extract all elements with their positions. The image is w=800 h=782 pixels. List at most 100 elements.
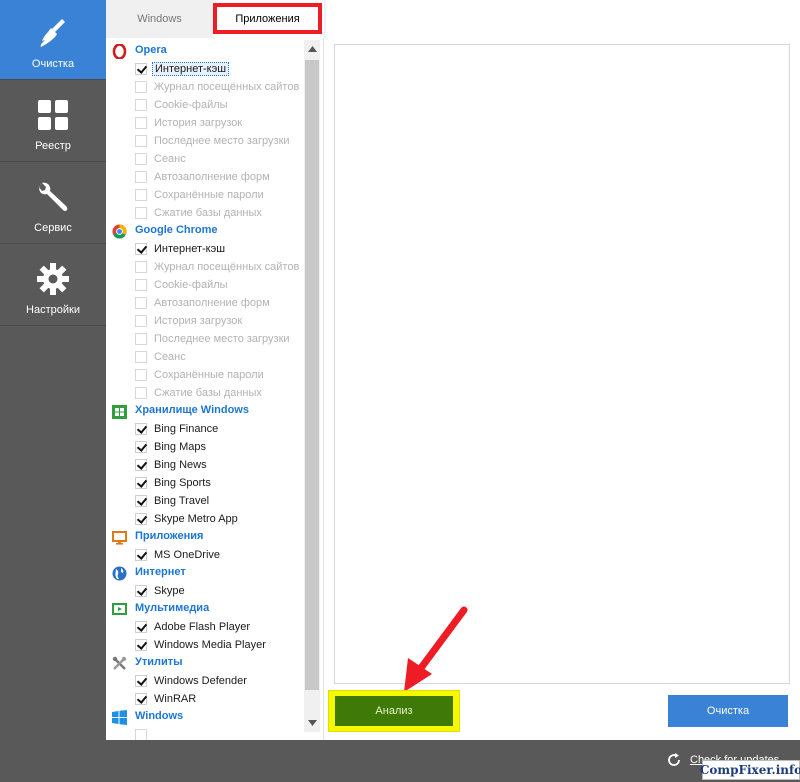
sidebar-item-cleaning[interactable]: Очистка bbox=[0, 0, 106, 80]
item-checkbox[interactable] bbox=[135, 261, 147, 273]
item-label: Журнал посещённых сайтов bbox=[154, 81, 300, 93]
item-checkbox[interactable] bbox=[135, 621, 147, 633]
scroll-down-button[interactable] bbox=[304, 714, 320, 732]
item-checkbox[interactable] bbox=[135, 585, 147, 597]
watermark-logo: CompFixer.info bbox=[700, 760, 800, 780]
red-arrow-annotation-icon bbox=[404, 606, 468, 692]
item-checkbox[interactable] bbox=[135, 495, 147, 507]
item-checkbox[interactable] bbox=[135, 135, 147, 147]
item-label: Сеанс bbox=[154, 153, 186, 165]
item-label: История загрузок bbox=[154, 315, 243, 327]
list-item[interactable]: Cookie-файлы bbox=[106, 96, 306, 114]
item-checkbox[interactable] bbox=[135, 639, 147, 651]
list-item[interactable]: Skype Metro App bbox=[106, 510, 306, 528]
list-item[interactable]: MS OneDrive bbox=[106, 546, 306, 564]
item-label: Журнал посещённых сайтов bbox=[154, 261, 300, 273]
list-item[interactable]: Bing News bbox=[106, 456, 306, 474]
item-label: WinRAR bbox=[154, 693, 197, 705]
item-label: История загрузок bbox=[154, 117, 243, 129]
item-checkbox[interactable] bbox=[135, 351, 147, 363]
list-item[interactable]: Adobe Flash Player bbox=[106, 618, 306, 636]
item-checkbox[interactable] bbox=[135, 549, 147, 561]
item-checkbox[interactable] bbox=[135, 729, 147, 740]
tab-windows[interactable]: Windows bbox=[106, 0, 213, 38]
item-checkbox[interactable] bbox=[135, 243, 147, 255]
item-checkbox[interactable] bbox=[135, 369, 147, 381]
item-checkbox[interactable] bbox=[135, 477, 147, 489]
item-checkbox[interactable] bbox=[135, 117, 147, 129]
list-item[interactable]: Windows Media Player bbox=[106, 636, 306, 654]
item-checkbox[interactable] bbox=[135, 279, 147, 291]
list-item[interactable]: Сеанс bbox=[106, 348, 306, 366]
list-scrollbar[interactable] bbox=[304, 40, 320, 732]
item-checkbox[interactable] bbox=[135, 513, 147, 525]
group-header-3[interactable]: Приложения bbox=[106, 528, 306, 546]
item-label: Windows Defender bbox=[154, 675, 247, 687]
clean-button[interactable]: Очистка bbox=[668, 695, 788, 727]
list-item[interactable]: Bing Sports bbox=[106, 474, 306, 492]
sidebar-item-settings[interactable]: Настройки bbox=[0, 246, 106, 326]
group-title: Opera bbox=[135, 44, 167, 56]
item-checkbox[interactable] bbox=[135, 81, 147, 93]
list-item[interactable]: Bing Maps bbox=[106, 438, 306, 456]
list-item[interactable]: Bing Finance bbox=[106, 420, 306, 438]
list-item[interactable]: Сохранённые пароли bbox=[106, 186, 306, 204]
sidebar-item-registry[interactable]: Реестр bbox=[0, 82, 106, 162]
list-item[interactable]: Bing Travel bbox=[106, 492, 306, 510]
group-title: Хранилище Windows bbox=[135, 404, 249, 416]
list-item[interactable]: Skype bbox=[106, 582, 306, 600]
item-checkbox[interactable] bbox=[135, 423, 147, 435]
list-item[interactable]: Сжатие базы данных bbox=[106, 204, 306, 222]
group-header-4[interactable]: Интернет bbox=[106, 564, 306, 582]
list-item[interactable]: Cookie-файлы bbox=[106, 276, 306, 294]
list-item[interactable]: Сохранённые пароли bbox=[106, 366, 306, 384]
list-item[interactable]: Сжатие базы данных bbox=[106, 384, 306, 402]
group-header-2[interactable]: Хранилище Windows bbox=[106, 402, 306, 420]
group-header-0[interactable]: Opera bbox=[106, 42, 306, 60]
sidebar-item-service[interactable]: Сервис bbox=[0, 164, 106, 244]
item-checkbox[interactable] bbox=[135, 459, 147, 471]
item-checkbox[interactable] bbox=[135, 99, 147, 111]
chrome-icon bbox=[112, 224, 127, 239]
item-checkbox[interactable] bbox=[135, 63, 147, 75]
item-checkbox[interactable] bbox=[135, 153, 147, 165]
item-checkbox[interactable] bbox=[135, 297, 147, 309]
scroll-thumb[interactable] bbox=[305, 60, 319, 690]
list-item[interactable]: Последнее место загрузки bbox=[106, 132, 306, 150]
list-item[interactable]: Журнал посещённых сайтов bbox=[106, 78, 306, 96]
scroll-up-button[interactable] bbox=[304, 40, 320, 58]
item-checkbox[interactable] bbox=[135, 207, 147, 219]
item-checkbox[interactable] bbox=[135, 693, 147, 705]
list-item[interactable]: Windows Defender bbox=[106, 672, 306, 690]
list-item[interactable]: Сеанс bbox=[106, 150, 306, 168]
list-item[interactable]: WinRAR bbox=[106, 690, 306, 708]
item-label: Сохранённые пароли bbox=[154, 189, 264, 201]
list-item[interactable]: Автозаполнение форм bbox=[106, 168, 306, 186]
item-checkbox[interactable] bbox=[135, 171, 147, 183]
list-item[interactable]: История загрузок bbox=[106, 312, 306, 330]
sidebar-item-label: Сервис bbox=[34, 222, 72, 234]
list-item[interactable]: Журнал посещённых сайтов bbox=[106, 258, 306, 276]
group-header-5[interactable]: Мультимедиа bbox=[106, 600, 306, 618]
list-item[interactable] bbox=[106, 726, 306, 740]
item-checkbox[interactable] bbox=[135, 675, 147, 687]
group-header-1[interactable]: Google Chrome bbox=[106, 222, 306, 240]
windows-logo-icon bbox=[112, 710, 127, 725]
group-header-6[interactable]: Утилиты bbox=[106, 654, 306, 672]
item-checkbox[interactable] bbox=[135, 189, 147, 201]
list-item[interactable]: История загрузок bbox=[106, 114, 306, 132]
item-checkbox[interactable] bbox=[135, 333, 147, 345]
list-item[interactable]: Последнее место загрузки bbox=[106, 330, 306, 348]
item-checkbox[interactable] bbox=[135, 315, 147, 327]
list-item[interactable]: Интернет-кэш bbox=[106, 240, 306, 258]
list-item[interactable]: Интернет-кэш bbox=[106, 60, 306, 78]
item-checkbox[interactable] bbox=[135, 441, 147, 453]
item-label: Windows Media Player bbox=[154, 639, 266, 651]
analyze-highlight-frame: Анализ bbox=[328, 690, 460, 732]
group-header-7[interactable]: Windows bbox=[106, 708, 306, 726]
analyze-button[interactable]: Анализ bbox=[335, 696, 453, 726]
list-item[interactable]: Автозаполнение форм bbox=[106, 294, 306, 312]
item-checkbox[interactable] bbox=[135, 387, 147, 399]
tab-applications[interactable]: Приложения bbox=[213, 0, 324, 38]
tab-label: Windows bbox=[137, 13, 182, 25]
